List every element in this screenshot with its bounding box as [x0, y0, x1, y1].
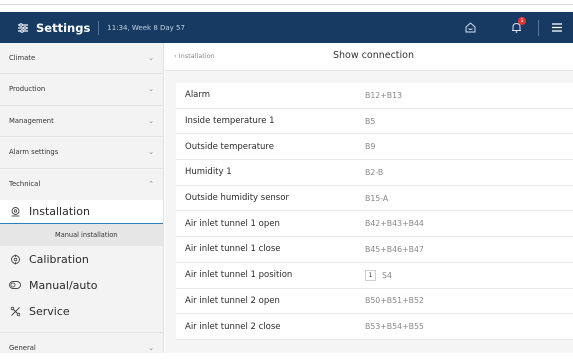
sidebar-section-label: Technical — [9, 180, 41, 189]
timestamp: 11:34, Week 8 Day 57 — [107, 23, 185, 32]
breadcrumb-label: Installation — [178, 52, 215, 60]
installation-icon — [9, 206, 21, 218]
table-row: Inside temperature 1 B5 — [176, 109, 573, 135]
row-value-text: S4 — [382, 270, 392, 280]
sidebar-item-label: Calibration — [29, 252, 89, 266]
table-row: Humidity 1 B2-B — [176, 160, 573, 186]
chevron-up-icon: ⌃ — [148, 180, 154, 189]
sidebar-section-technical[interactable]: Technical ⌃ — [0, 169, 163, 201]
service-icon — [9, 305, 21, 317]
row-value: B5 — [365, 116, 376, 126]
row-value: B9 — [365, 142, 376, 152]
table-row: Air inlet tunnel 2 close B53+B54+B55 — [176, 314, 573, 340]
sidebar-section-label: Alarm settings — [9, 148, 59, 157]
row-value: B12+B13 — [365, 90, 403, 100]
sidebar-section-management[interactable]: Management ⌄ — [0, 106, 163, 137]
sidebar-section-label: General — [9, 344, 36, 353]
page-title: Settings — [36, 20, 91, 35]
calibration-icon — [9, 253, 21, 265]
row-label: Air inlet tunnel 2 open — [185, 295, 280, 306]
row-label: Alarm — [185, 90, 211, 101]
row-value: B50+B51+B52 — [365, 296, 424, 306]
row-value: 1 S4 — [365, 269, 392, 281]
chevron-down-icon: ⌄ — [148, 148, 154, 157]
table-row: Air inlet tunnel 1 position 1 S4 — [176, 263, 573, 289]
row-label: Air inlet tunnel 1 position — [185, 270, 293, 281]
sidebar: Climate ⌄ Production ⌄ Management ⌄ Alar… — [0, 43, 164, 353]
content-header: ‹ Installation Show connection — [165, 43, 573, 71]
sidebar-item-manual-auto[interactable]: Manual/auto — [0, 272, 163, 298]
sidebar-section-alarm-settings[interactable]: Alarm settings ⌄ — [0, 137, 163, 169]
sidebar-section-general[interactable]: General ⌄ — [0, 332, 163, 364]
main-content: ‹ Installation Show connection Alarm B12… — [165, 43, 573, 353]
row-label: Air inlet tunnel 1 close — [185, 244, 281, 255]
home-icon[interactable] — [462, 20, 478, 36]
sidebar-item-label: Manual installation — [55, 231, 118, 239]
sidebar-item-label: Manual/auto — [29, 278, 98, 292]
row-label: Outside temperature — [185, 141, 274, 152]
sidebar-item-service[interactable]: Service — [0, 298, 163, 324]
table-row: Outside temperature B9 — [176, 134, 573, 161]
sidebar-item-label: Service — [29, 304, 70, 318]
header-divider — [98, 20, 100, 35]
top-divider — [0, 0, 573, 5]
connection-table: Alarm B12+B13 Inside temperature 1 B5 Ou… — [176, 83, 573, 340]
sidebar-item-label: Installation — [29, 205, 90, 218]
notification-badge: 1 — [518, 16, 526, 25]
content-title: Show connection — [333, 50, 414, 61]
row-label: Outside humidity sensor — [185, 193, 289, 204]
row-label: Humidity 1 — [185, 167, 232, 178]
table-row: Air inlet tunnel 1 open B42+B43+B44 — [176, 211, 573, 238]
header-divider — [538, 19, 539, 36]
row-label: Air inlet tunnel 1 open — [185, 218, 280, 229]
sidebar-item-manual-installation[interactable]: Manual installation — [0, 224, 163, 246]
table-row: Alarm B12+B13 — [176, 83, 573, 109]
table-row: Outside humidity sensor B15-A — [176, 186, 573, 212]
chevron-down-icon: ⌄ — [148, 54, 154, 62]
sidebar-section-label: Production — [9, 85, 46, 94]
row-value: B42+B43+B44 — [365, 219, 424, 229]
menu-icon[interactable] — [549, 20, 565, 36]
row-value: B15-A — [365, 193, 389, 203]
sidebar-item-calibration[interactable]: Calibration — [0, 246, 163, 272]
sidebar-section-climate[interactable]: Climate ⌄ — [0, 43, 163, 74]
notifications-button[interactable]: 1 — [508, 16, 526, 36]
breadcrumb[interactable]: ‹ Installation — [174, 52, 215, 60]
sidebar-item-installation[interactable]: Installation — [0, 200, 163, 224]
table-row: Air inlet tunnel 1 close B45+B46+B47 — [176, 237, 573, 263]
row-label: Air inlet tunnel 2 close — [185, 321, 281, 332]
sidebar-section-production[interactable]: Production ⌄ — [0, 74, 163, 106]
chevron-down-icon: ⌄ — [148, 85, 154, 94]
row-value: B53+B54+B55 — [365, 322, 424, 332]
row-value: B2-B — [365, 167, 384, 177]
app-header: Settings 11:34, Week 8 Day 57 1 — [0, 12, 573, 43]
row-value: B45+B46+B47 — [365, 244, 424, 254]
sidebar-section-label: Climate — [9, 54, 36, 62]
row-label: Inside temperature 1 — [185, 116, 275, 127]
settings-sliders-icon — [16, 21, 30, 35]
manual-auto-icon — [9, 279, 21, 291]
position-number-box[interactable]: 1 — [365, 269, 376, 281]
chevron-down-icon: ⌄ — [148, 344, 154, 353]
chevron-down-icon: ⌄ — [148, 116, 154, 125]
sidebar-section-label: Management — [9, 116, 54, 125]
table-row: Air inlet tunnel 2 open B50+B51+B52 — [176, 289, 573, 315]
